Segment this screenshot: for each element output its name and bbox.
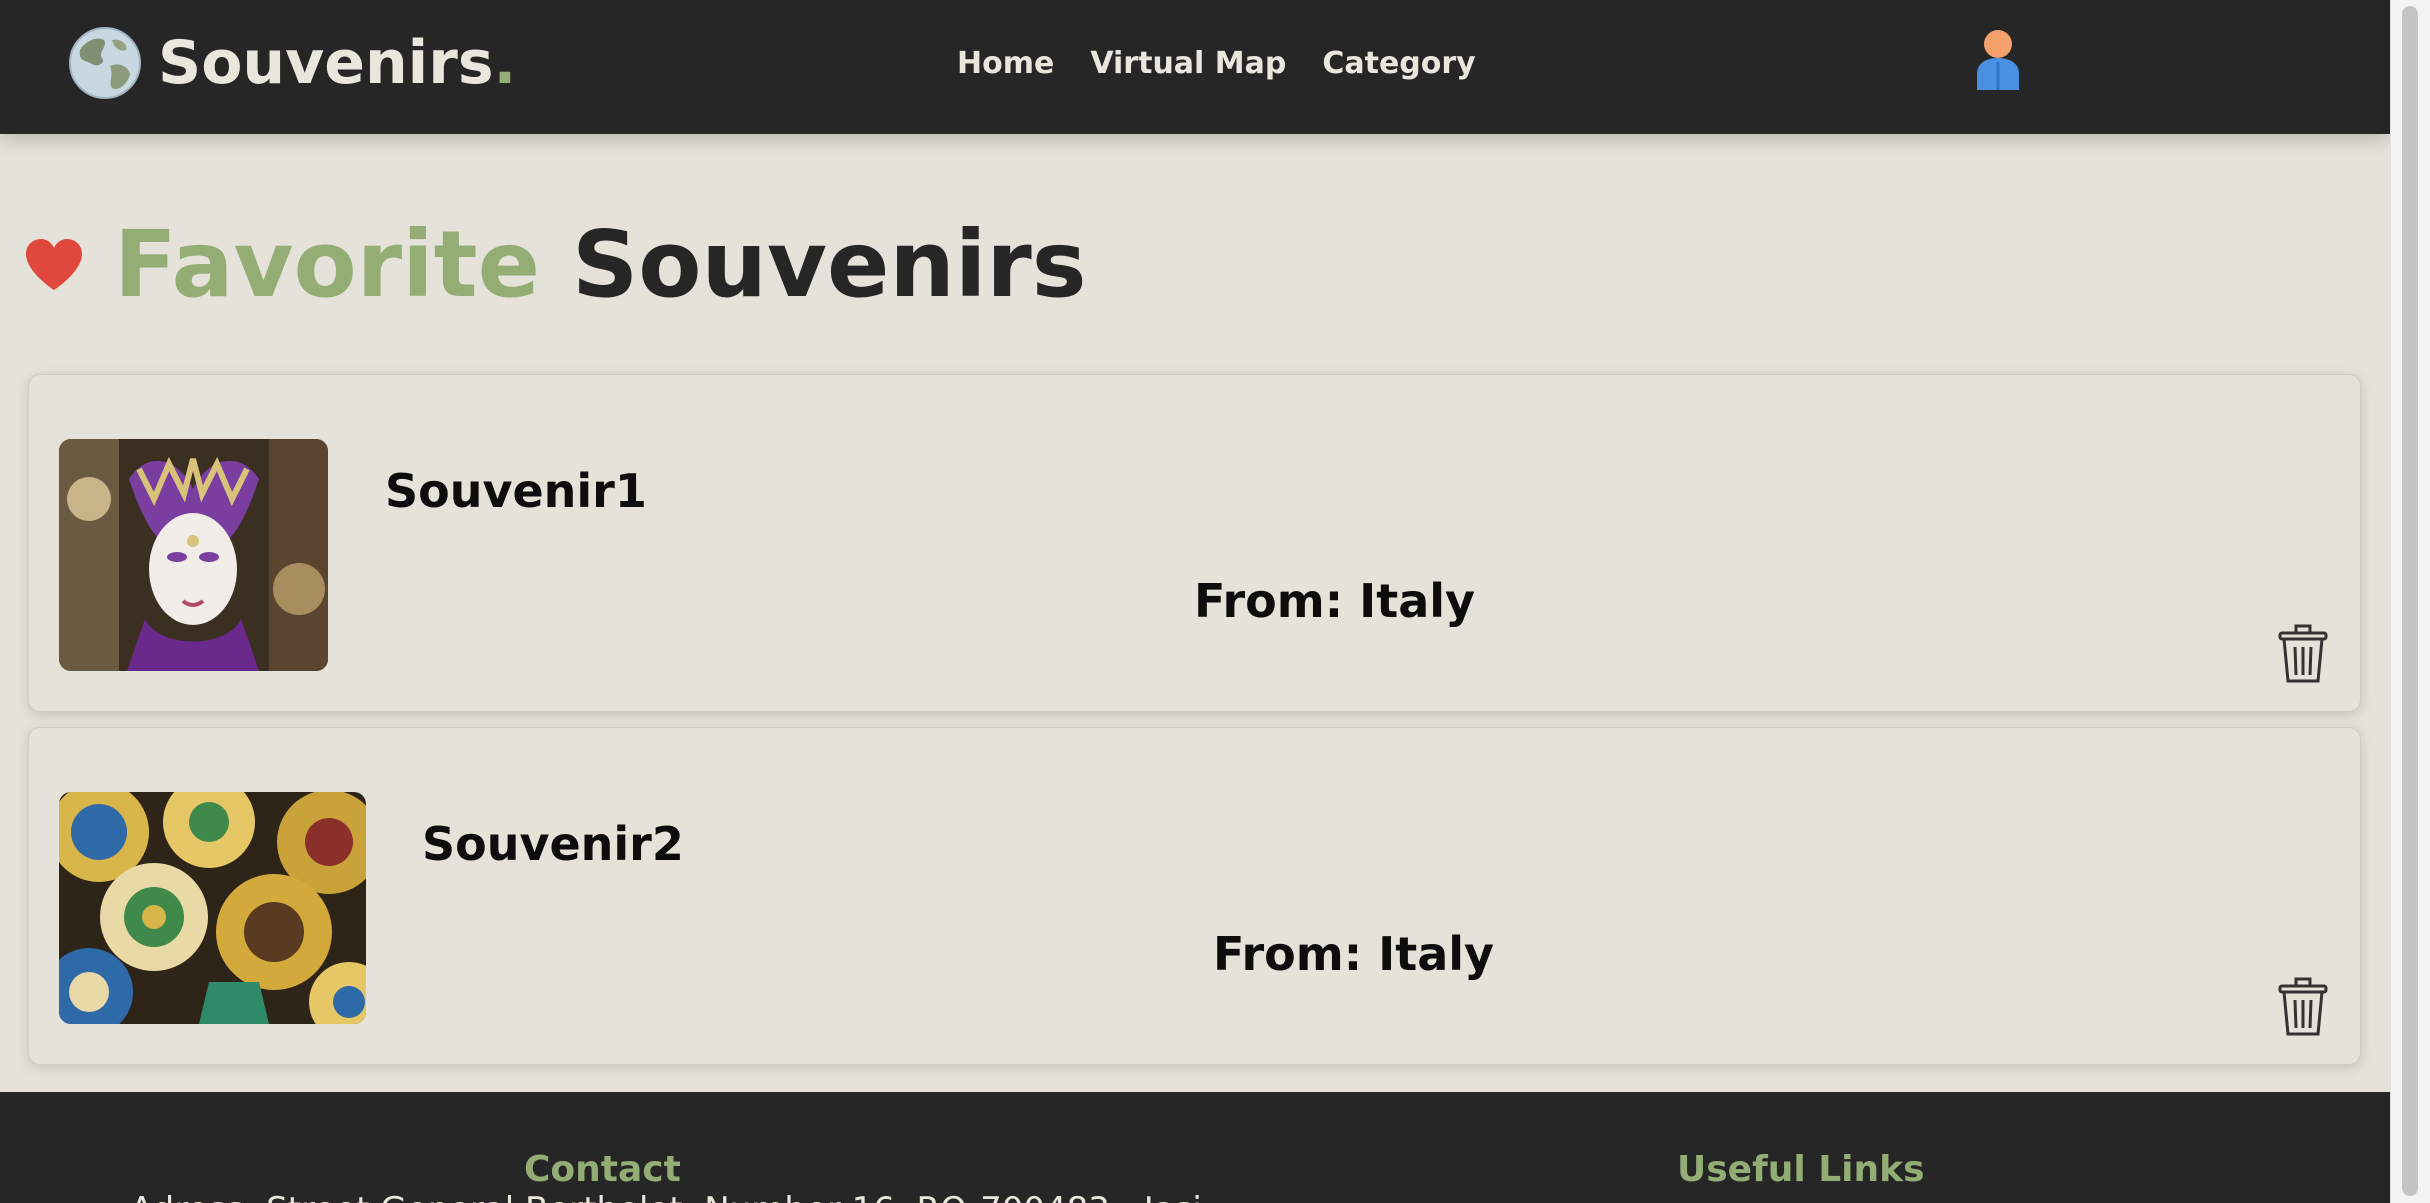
brand-logo-text[interactable]: Souvenirs. (158, 26, 516, 100)
souvenir-image[interactable] (59, 792, 366, 1024)
souvenir-image[interactable] (59, 439, 328, 671)
title-rest: Souvenirs (572, 211, 1087, 318)
nav-category-link[interactable]: Category (1322, 44, 1475, 84)
nav-home-link[interactable]: Home (957, 44, 1054, 84)
page-title: Favorite Souvenirs (114, 210, 1087, 320)
title-highlight: Favorite (114, 211, 540, 318)
souvenir-title[interactable]: Souvenir2 (422, 816, 684, 872)
user-icon[interactable] (1973, 28, 2023, 90)
scrollbar[interactable] (2390, 0, 2430, 1203)
souvenir-origin: From: Italy (1213, 927, 1495, 981)
globe-icon (69, 27, 141, 99)
trash-icon[interactable] (2276, 974, 2330, 1038)
favorite-card[interactable]: Souvenir2 From: Italy (28, 727, 2361, 1065)
page-heading: Favorite Souvenirs (24, 210, 1087, 320)
souvenir-title[interactable]: Souvenir1 (385, 463, 647, 519)
footer-contact-heading: Contact (524, 1149, 681, 1190)
brand-dot: . (493, 28, 517, 98)
nav-links: Home Virtual Map Category (957, 44, 1476, 84)
footer-useful-links-heading: Useful Links (1677, 1149, 1925, 1190)
brand-name: Souvenirs (158, 28, 494, 98)
navbar: Souvenirs. Home Virtual Map Category (0, 0, 2390, 134)
page: Souvenirs. Home Virtual Map Category Fav… (0, 0, 2390, 1203)
favorite-card[interactable]: Souvenir1 From: Italy (28, 374, 2361, 712)
footer: Contact Useful Links Adress: Street Gene… (0, 1092, 2390, 1203)
nav-virtual-map-link[interactable]: Virtual Map (1090, 44, 1286, 84)
souvenir-origin: From: Italy (1194, 574, 1476, 628)
footer-address: Adress: Street General Berthelot, Number… (130, 1190, 1202, 1203)
heart-icon (26, 239, 82, 290)
scrollbar-thumb[interactable] (2402, 6, 2418, 1196)
trash-icon[interactable] (2276, 621, 2330, 685)
